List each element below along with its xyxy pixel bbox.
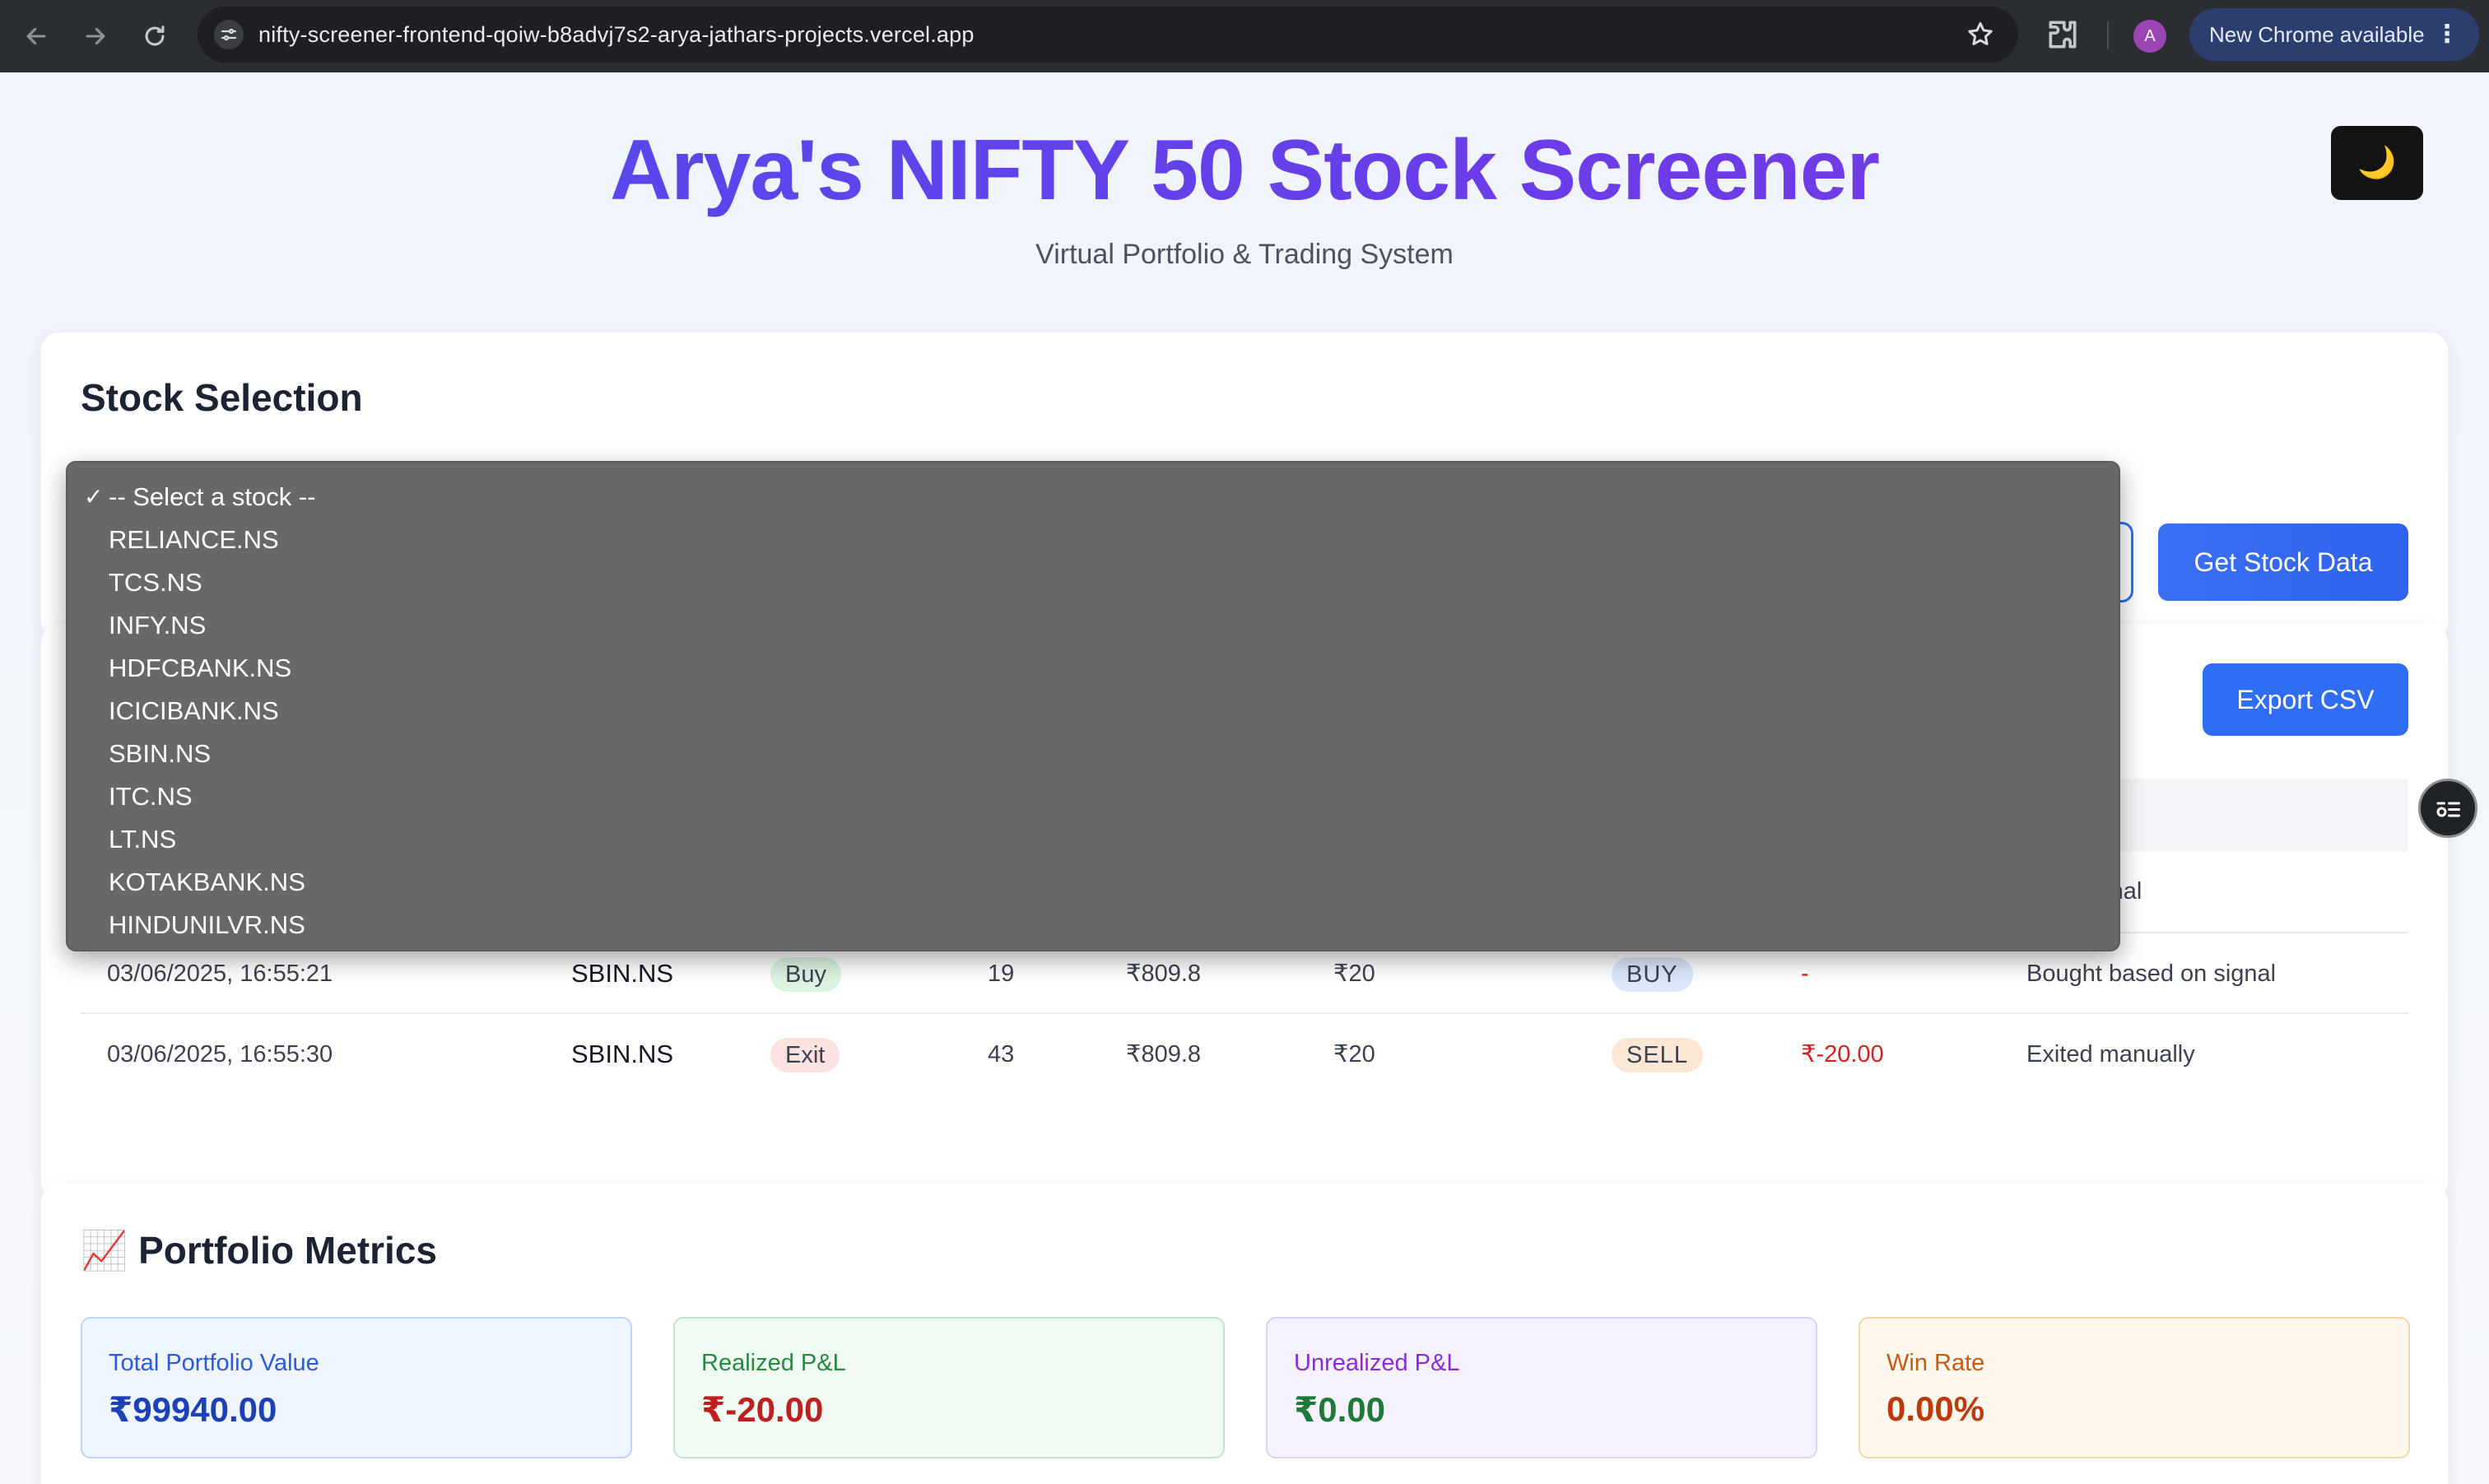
site-settings-icon[interactable] [214, 20, 244, 49]
dropdown-option-hdfcbank[interactable]: HDFCBANK.NS [67, 647, 2119, 690]
metric-value: ₹99940.00 [109, 1390, 277, 1429]
dropdown-option-reliance[interactable]: RELIANCE.NS [67, 519, 2119, 561]
metric-value: ₹-20.00 [701, 1390, 824, 1429]
metric-total-portfolio-value: Total Portfolio Value ₹99940.00 [81, 1317, 632, 1458]
checkmark-icon: ✓ [84, 484, 104, 509]
metric-win-rate: Win Rate 0.00% [1859, 1317, 2410, 1458]
trade-action-badge: BUY [1612, 957, 1693, 993]
browser-toolbar: nifty-screener-frontend-qoiw-b8advj7s2-a… [0, 0, 2489, 72]
moon-icon: 🌙 [2357, 146, 2397, 180]
metric-value: ₹0.00 [1294, 1390, 1385, 1429]
metric-label: Unrealized P&L [1294, 1350, 1460, 1376]
stock-selection-heading: Stock Selection [81, 376, 363, 419]
metric-label: Total Portfolio Value [109, 1350, 319, 1376]
forward-button[interactable] [77, 18, 114, 54]
trade-qty-cell: 43 [988, 1041, 1015, 1068]
theme-toggle-button[interactable]: 🌙 [2331, 126, 2423, 200]
trade-time-cell: 03/06/2025, 16:55:30 [107, 1041, 333, 1068]
bookmark-star-icon[interactable] [1966, 20, 1995, 49]
arrow-right-icon [86, 27, 105, 45]
metrics-heading-text: Portfolio Metrics [138, 1229, 437, 1272]
trade-type-cell: Exit [770, 1014, 840, 1095]
table-row: 03/06/2025, 16:55:30 SBIN.NS Exit 43 ₹80… [81, 1012, 2408, 1093]
trade-action-cell: SELL [1612, 1014, 1703, 1095]
address-bar[interactable]: nifty-screener-frontend-qoiw-b8advj7s2-a… [198, 7, 2018, 63]
dropdown-option-sbin[interactable]: SBIN.NS [67, 733, 2119, 775]
arrow-left-icon [26, 27, 46, 45]
trade-type-badge: Buy [770, 957, 841, 993]
option-label: -- Select a stock -- [109, 482, 316, 511]
metric-realized-pnl: Realized P&L ₹-20.00 [673, 1317, 1225, 1458]
metric-label: Win Rate [1887, 1350, 1985, 1376]
dropdown-option-kotakbank[interactable]: KOTAKBANK.NS [67, 861, 2119, 904]
portfolio-metrics-card: 📈 Portfolio Metrics Total Portfolio Valu… [41, 1184, 2448, 1484]
list-toggle-icon [2436, 802, 2460, 817]
trade-note-cell: Exited manually [2026, 1041, 2195, 1068]
page-title: Arya's NIFTY 50 Stock Screener [0, 122, 2489, 220]
trade-symbol-cell: SBIN.NS [571, 1040, 674, 1068]
trade-fee-cell: ₹20 [1333, 1041, 1375, 1068]
url-text[interactable]: nifty-screener-frontend-qoiw-b8advj7s2-a… [258, 7, 975, 63]
stock-dropdown-list: ✓ -- Select a stock -- RELIANCE.NS TCS.N… [66, 461, 2120, 951]
chart-up-icon: 📈 [81, 1229, 128, 1272]
export-csv-button[interactable]: Export CSV [2203, 663, 2408, 736]
dropdown-option-lt[interactable]: LT.NS [67, 818, 2119, 861]
portfolio-metrics-heading: 📈 Portfolio Metrics [81, 1228, 437, 1273]
dropdown-option-placeholder[interactable]: ✓ -- Select a stock -- [67, 476, 2119, 519]
trade-price-cell: ₹809.8 [1126, 1041, 1202, 1068]
dropdown-option-icicibank[interactable]: ICICIBANK.NS [67, 690, 2119, 733]
trade-type-badge: Exit [770, 1038, 840, 1073]
trade-action-badge: SELL [1612, 1038, 1703, 1073]
reload-icon [145, 26, 165, 46]
dropdown-option-infy[interactable]: INFY.NS [67, 604, 2119, 647]
page-subtitle: Virtual Portfolio & Trading System [1035, 239, 1454, 270]
metric-label: Realized P&L [701, 1350, 846, 1376]
metric-value: 0.00% [1887, 1389, 1985, 1428]
dropdown-option-hindunilvr[interactable]: HINDUNILVR.NS [67, 904, 2119, 947]
back-button[interactable] [18, 18, 54, 54]
menu-dots-icon[interactable]: ⋮ [2435, 8, 2459, 61]
dropdown-option-itc[interactable]: ITC.NS [67, 775, 2119, 818]
toolbar-divider [2107, 21, 2109, 49]
reload-button[interactable] [137, 18, 173, 54]
extensions-puzzle-icon[interactable] [2045, 16, 2081, 53]
chrome-update-button[interactable]: New Chrome available ⋮ [2189, 8, 2479, 61]
dropdown-option-tcs[interactable]: TCS.NS [67, 561, 2119, 604]
trade-pnl-cell: ₹-20.00 [1801, 1041, 1884, 1068]
metric-unrealized-pnl: Unrealized P&L ₹0.00 [1266, 1317, 1817, 1458]
floating-assistant-button[interactable] [2418, 779, 2477, 838]
get-stock-data-button[interactable]: Get Stock Data [2158, 523, 2408, 601]
profile-avatar[interactable]: A [2133, 20, 2166, 53]
update-label: New Chrome available [2209, 22, 2425, 47]
